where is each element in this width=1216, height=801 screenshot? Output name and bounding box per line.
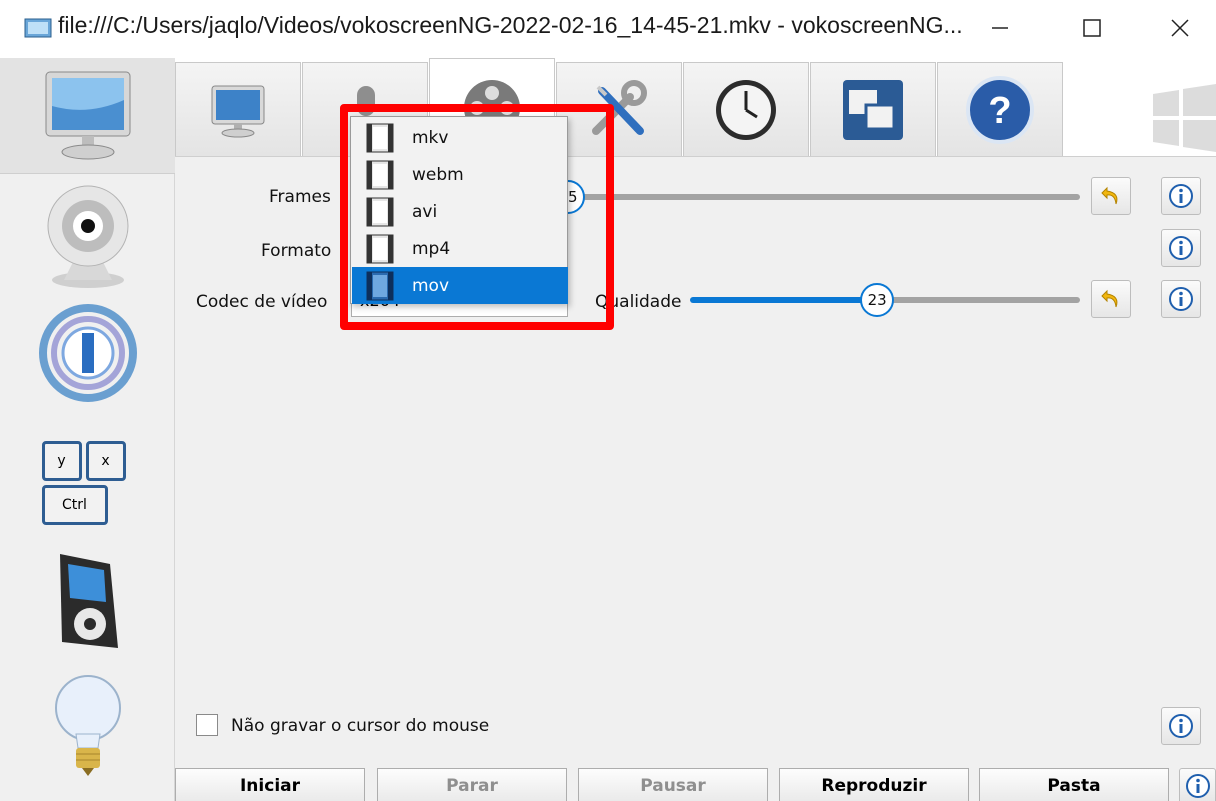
window-title: file:///C:/Users/jaqlo/Videos/vokoscreen… xyxy=(58,12,963,38)
sidebar-item-webcam[interactable] xyxy=(0,176,175,294)
info-icon xyxy=(1169,287,1193,311)
pause-button[interactable]: Pausar xyxy=(578,768,768,801)
no-cursor-checkbox[interactable] xyxy=(196,714,218,736)
bottom-button-bar: Iniciar Parar Pausar Reproduzir Pasta xyxy=(175,766,1216,801)
quality-reset-button[interactable] xyxy=(1091,280,1131,318)
folder-button[interactable]: Pasta xyxy=(979,768,1169,801)
svg-text:?: ? xyxy=(988,90,1011,132)
close-icon[interactable] xyxy=(1160,10,1200,46)
help-tab-icon: ? xyxy=(966,75,1034,144)
start-button[interactable]: Iniciar xyxy=(175,768,365,801)
magnifier-icon xyxy=(38,304,137,402)
sidebar: y x Ctrl xyxy=(0,58,175,801)
webcam-icon xyxy=(47,185,128,288)
sidebar-item-tips[interactable] xyxy=(0,666,175,784)
undo-icon xyxy=(1101,186,1118,205)
bottom-info-button[interactable] xyxy=(1179,768,1216,801)
info-icon xyxy=(1169,714,1193,738)
quality-slider-track[interactable] xyxy=(877,297,1080,303)
windows-tab-icon xyxy=(843,79,903,140)
no-cursor-label: Não gravar o cursor do mouse xyxy=(231,716,490,736)
tab-timer[interactable] xyxy=(683,62,809,156)
sidebar-item-showkey[interactable]: y x Ctrl xyxy=(0,424,175,534)
tab-about[interactable]: ? xyxy=(937,62,1063,156)
windows-logo-icon xyxy=(1153,84,1216,152)
info-icon xyxy=(1169,236,1193,260)
player-icon xyxy=(59,554,118,648)
tab-windows[interactable] xyxy=(810,62,936,156)
title-bar: file:///C:/Users/jaqlo/Videos/vokoscreen… xyxy=(0,0,1216,58)
tab-bar: ? xyxy=(175,58,1216,156)
frames-reset-button[interactable] xyxy=(1091,177,1131,215)
lightbulb-icon xyxy=(54,675,121,776)
key-x: x xyxy=(85,441,126,481)
format-info-button[interactable] xyxy=(1161,229,1201,267)
frames-slider-track[interactable] xyxy=(575,194,1080,200)
play-button[interactable]: Reproduzir xyxy=(779,768,969,801)
info-icon xyxy=(1185,774,1210,798)
app-icon xyxy=(24,18,52,38)
frames-info-button[interactable] xyxy=(1161,177,1201,215)
undo-icon xyxy=(1101,289,1118,308)
screen-icon xyxy=(45,71,130,159)
quality-slider-fill xyxy=(690,297,878,303)
monitor-tab-icon xyxy=(211,85,265,137)
sidebar-item-magnifier[interactable] xyxy=(0,298,175,408)
quality-info-button[interactable] xyxy=(1161,280,1201,318)
key-y: y xyxy=(41,441,82,481)
frames-label: Frames xyxy=(269,187,331,207)
stop-button[interactable]: Parar xyxy=(377,768,567,801)
key-ctrl: Ctrl xyxy=(41,485,108,525)
maximize-icon[interactable] xyxy=(1072,10,1112,46)
video-settings-panel: Frames 25 Formato Codec de vídeo x264 Qu… xyxy=(175,156,1216,766)
annotation-highlight-box xyxy=(340,104,614,330)
codec-label: Codec de vídeo xyxy=(196,292,328,312)
tab-screen[interactable] xyxy=(175,62,301,156)
quality-slider-handle[interactable]: 23 xyxy=(860,283,895,317)
format-label: Formato xyxy=(261,241,332,261)
clock-tab-icon xyxy=(716,79,776,140)
info-icon xyxy=(1169,184,1193,208)
sidebar-item-player[interactable] xyxy=(0,546,175,658)
cursor-info-button[interactable] xyxy=(1161,707,1201,745)
sidebar-item-screen[interactable] xyxy=(0,58,175,174)
minimize-icon[interactable] xyxy=(980,10,1020,46)
showkey-icon: y x Ctrl xyxy=(38,431,138,527)
